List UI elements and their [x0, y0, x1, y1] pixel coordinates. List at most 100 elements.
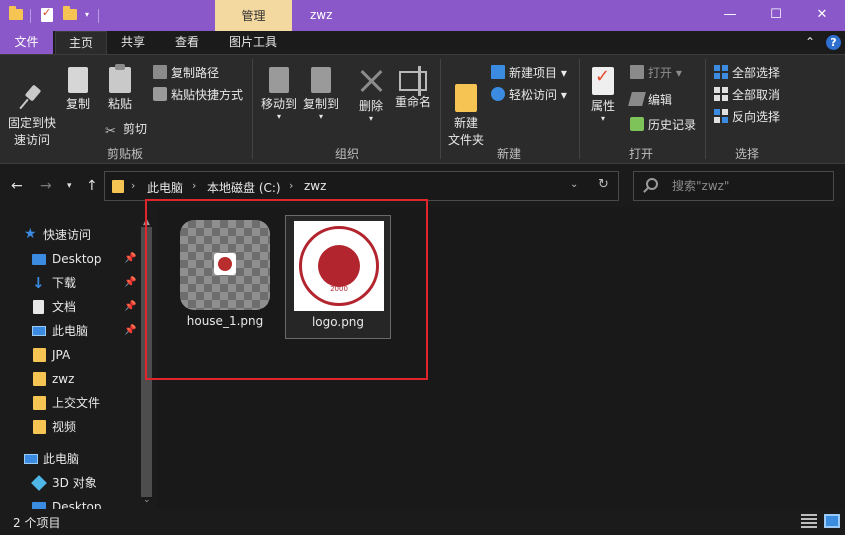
- copy-button[interactable]: 复制: [62, 67, 94, 113]
- rename-icon: [399, 66, 427, 96]
- nav-item-zwz[interactable]: zwz: [0, 367, 140, 391]
- paste-button[interactable]: 粘贴: [103, 64, 137, 113]
- nav-label: zwz: [52, 372, 75, 386]
- star-icon: ★: [24, 226, 37, 242]
- nav-item-videos[interactable]: 视频: [0, 415, 140, 439]
- search-box[interactable]: [633, 171, 834, 201]
- new-item-button[interactable]: 新建项目 ▾: [491, 64, 567, 82]
- new-folder-button[interactable]: 新建 文件夹: [447, 67, 485, 149]
- nav-item-downloads[interactable]: ↓ 下载 📌: [0, 271, 140, 295]
- properties-label: 属性: [590, 99, 615, 113]
- pin-label: 固定到快 速访问: [7, 116, 56, 147]
- copy-icon: [68, 67, 88, 93]
- copy-label: 复制: [65, 97, 90, 111]
- nav-item-pc-desktop[interactable]: Desktop: [0, 495, 140, 509]
- select-none-button[interactable]: 全部取消: [714, 86, 780, 104]
- large-icons-view-icon[interactable]: [824, 514, 840, 528]
- properties-icon: [592, 67, 614, 95]
- delete-label: 删除: [358, 99, 383, 113]
- document-icon: [33, 300, 44, 314]
- cut-label: 剪切: [123, 122, 148, 136]
- nav-item-3d-objects[interactable]: 3D 对象: [0, 471, 140, 495]
- nav-item-jpa[interactable]: JPA: [0, 343, 140, 367]
- cut-button[interactable]: ✂ 剪切: [105, 120, 148, 139]
- properties-button[interactable]: 属性▾: [586, 67, 620, 123]
- easy-access-label: 轻松访问: [509, 88, 558, 102]
- nav-item-documents[interactable]: 文档 📌: [0, 295, 140, 319]
- divider: [579, 59, 580, 159]
- copy-to-label: 复制到: [302, 97, 339, 111]
- divider: [252, 59, 253, 159]
- back-arrow-icon[interactable]: ←: [11, 178, 23, 194]
- nav-label: Desktop: [52, 500, 102, 509]
- pin-to-quick-access-button[interactable]: 固定到快 速访问: [4, 67, 60, 149]
- minimize-button[interactable]: —: [707, 0, 753, 31]
- tab-view[interactable]: 查看: [162, 31, 212, 54]
- nav-item-submitted-files[interactable]: 上交文件: [0, 391, 140, 415]
- collapse-ribbon-icon[interactable]: ⌃: [805, 35, 815, 49]
- nav-quick-access[interactable]: ★ 快速访问: [0, 223, 140, 247]
- copy-path-label: 复制路径: [171, 66, 220, 80]
- nav-item-this-pc-pinned[interactable]: 此电脑 📌: [0, 319, 140, 343]
- recent-locations-chevron-icon[interactable]: ▾: [67, 181, 72, 191]
- invert-selection-icon: [714, 109, 728, 123]
- pin-icon: 📌: [124, 253, 137, 264]
- open-button[interactable]: 打开 ▾: [630, 64, 682, 82]
- copy-to-button[interactable]: 复制到 ▾: [301, 67, 341, 121]
- nav-item-desktop[interactable]: Desktop 📌: [0, 247, 140, 271]
- breadcrumb-zwz[interactable]: zwz: [304, 179, 326, 193]
- move-to-button[interactable]: 移动到 ▾: [259, 67, 299, 121]
- title-bar: ▾ 管理 zwz — ☐ ✕: [0, 0, 845, 31]
- pin-icon: 📌: [124, 301, 137, 312]
- divider: [30, 9, 31, 23]
- folder-icon: [33, 396, 46, 410]
- history-label: 历史记录: [648, 118, 697, 132]
- group-label-organize: 组织: [335, 147, 360, 161]
- new-item-icon: [491, 65, 505, 79]
- breadcrumb-local-disk[interactable]: 本地磁盘 (C:): [207, 179, 281, 196]
- context-tab-manage[interactable]: 管理: [215, 0, 292, 31]
- refresh-icon[interactable]: ↻: [598, 177, 609, 192]
- new-folder-label: 新建 文件夹: [447, 116, 484, 147]
- folder-icon: [112, 180, 124, 193]
- select-all-button[interactable]: 全部选择: [714, 64, 780, 82]
- nav-label: 上交文件: [52, 396, 101, 410]
- new-folder-quick-icon[interactable]: [63, 6, 77, 20]
- scroll-down-icon[interactable]: ⌄: [143, 495, 151, 505]
- tab-picture-tools[interactable]: 图片工具: [220, 31, 286, 54]
- rename-button[interactable]: 重命名: [393, 66, 433, 111]
- select-none-label: 全部取消: [732, 88, 781, 102]
- tab-file[interactable]: 文件: [0, 31, 53, 54]
- cube-icon: [31, 475, 47, 491]
- help-icon[interactable]: ?: [826, 35, 841, 50]
- item-count: 2 个项目: [13, 516, 61, 530]
- chevron-down-icon[interactable]: ⌄: [570, 179, 578, 190]
- close-button[interactable]: ✕: [799, 0, 845, 31]
- invert-selection-button[interactable]: 反向选择: [714, 108, 780, 126]
- copy-path-button[interactable]: 复制路径: [153, 64, 219, 82]
- up-arrow-icon[interactable]: ↑: [86, 178, 98, 194]
- breadcrumb-this-pc[interactable]: 此电脑: [147, 179, 183, 196]
- divider: [440, 59, 441, 159]
- edit-button[interactable]: 编辑: [628, 91, 672, 109]
- delete-button[interactable]: 删除 ▾: [355, 67, 387, 123]
- search-input[interactable]: [672, 178, 822, 194]
- history-button[interactable]: 历史记录: [630, 116, 696, 134]
- easy-access-icon: [491, 87, 505, 101]
- nav-this-pc[interactable]: 此电脑: [0, 447, 140, 471]
- search-icon: [646, 178, 658, 190]
- properties-quick-icon[interactable]: [41, 6, 53, 22]
- tab-home[interactable]: 主页: [55, 31, 107, 54]
- tab-share[interactable]: 共享: [110, 31, 156, 54]
- paste-shortcut-icon: [153, 87, 167, 101]
- maximize-button[interactable]: ☐: [753, 0, 799, 31]
- address-bar[interactable]: › 此电脑 › 本地磁盘 (C:) › zwz ⌄ ↻: [104, 171, 619, 201]
- forward-arrow-icon[interactable]: →: [40, 178, 52, 194]
- paste-icon: [109, 64, 131, 93]
- paste-shortcut-button[interactable]: 粘贴快捷方式: [153, 86, 243, 104]
- details-view-icon[interactable]: [801, 514, 817, 528]
- customize-toolbar-icon[interactable]: ▾: [85, 10, 89, 28]
- easy-access-button[interactable]: 轻松访问 ▾: [491, 86, 567, 104]
- computer-icon: [24, 454, 38, 464]
- select-all-label: 全部选择: [732, 66, 781, 80]
